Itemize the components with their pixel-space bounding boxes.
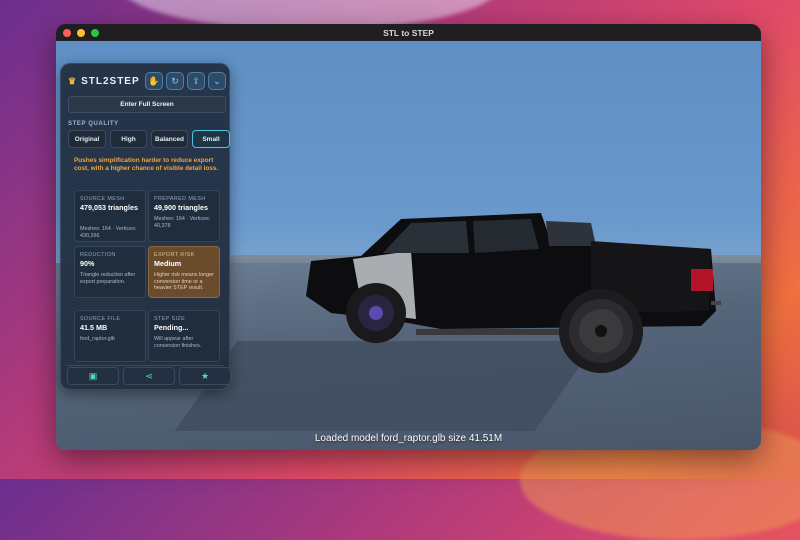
crown-icon: ♛ <box>68 76 78 86</box>
collapse-button[interactable]: ⌄ <box>208 72 226 90</box>
panel-divider <box>67 365 223 366</box>
card-value: 49,900 triangles <box>154 203 208 212</box>
quality-balanced-button[interactable]: Balanced <box>151 130 188 148</box>
panel-actions: ▣ ⋖ ★ <box>67 367 231 385</box>
image-icon: ▣ <box>88 370 98 381</box>
hand-icon: ✋ <box>148 75 160 86</box>
export-icon: ⇪ <box>192 75 200 86</box>
refresh-button[interactable]: ↻ <box>166 72 184 90</box>
card-sub: Meshes: 164 · Vertices: 430,266 <box>80 226 137 239</box>
control-panel: ♛ STL2STEP ✋ ↻ ⇪ ⌄ Enter Full Screen STE… <box>60 63 231 390</box>
refresh-icon: ↻ <box>171 75 179 86</box>
card-sub: Triangle reduction after export preparat… <box>80 272 136 285</box>
card-sub: ford_raptor.glb <box>80 336 115 342</box>
card-label: REDUCTION <box>80 252 116 258</box>
quality-description: Pushes simplification harder to reduce e… <box>74 157 219 172</box>
screenshot-button[interactable]: ▣ <box>67 367 119 385</box>
enter-fullscreen-button[interactable]: Enter Full Screen <box>68 96 226 113</box>
card-label: STEP SIZE <box>154 316 186 322</box>
brand: ♛ STL2STEP <box>68 76 140 87</box>
source-file-card: SOURCE FILE 41.5 MB ford_raptor.glb <box>74 310 146 362</box>
quality-original-button[interactable]: Original <box>68 130 106 148</box>
brand-name: STL2STEP <box>81 76 140 87</box>
card-label: SOURCE FILE <box>80 316 121 322</box>
chevron-down-icon: ⌄ <box>213 75 221 86</box>
card-label: SOURCE MESH <box>80 196 125 202</box>
card-value: Medium <box>154 259 182 268</box>
favorite-button[interactable]: ★ <box>179 367 231 385</box>
quality-small-button[interactable]: Small <box>192 130 230 148</box>
title-bar: STL to STEP <box>56 24 761 41</box>
card-label: PREPARED MESH <box>154 196 206 202</box>
card-sub: Meshes: 164 · Vertices: 40,378 <box>154 216 211 229</box>
card-value: 41.5 MB <box>80 323 108 332</box>
share-button[interactable]: ⋖ <box>123 367 175 385</box>
app-window: STL to STEP Loaded model ford_raptor.glb… <box>56 24 761 450</box>
truck-model[interactable] <box>291 201 721 376</box>
star-icon: ★ <box>200 370 210 381</box>
export-risk-card: EXPORT RISK Medium Higher risk means lon… <box>148 246 220 298</box>
card-value: Pending... <box>154 323 189 332</box>
share-icon: ⋖ <box>145 370 153 381</box>
card-sub: Higher risk means longer conversion time… <box>154 272 214 291</box>
reduction-card: REDUCTION 90% Triangle reduction after e… <box>74 246 146 298</box>
panel-header: ♛ STL2STEP ✋ ↻ ⇪ ⌄ <box>61 68 229 94</box>
card-value: 90% <box>80 259 95 268</box>
step-size-card: STEP SIZE Pending... Will appear after c… <box>148 310 220 362</box>
quality-high-button[interactable]: High <box>110 130 147 148</box>
status-message: Loaded model ford_raptor.glb size 41.51M <box>314 433 503 444</box>
hand-tool-button[interactable]: ✋ <box>145 72 163 90</box>
prepared-mesh-card: PREPARED MESH 49,900 triangles Meshes: 1… <box>148 190 220 242</box>
source-mesh-card: SOURCE MESH 479,053 triangles Meshes: 16… <box>74 190 146 242</box>
card-sub: Will appear after conversion finishes. <box>154 336 202 349</box>
window-title: STL to STEP <box>383 27 434 38</box>
card-value: 479,053 triangles <box>80 203 138 212</box>
step-quality-label: STEP QUALITY <box>68 121 119 127</box>
card-label: EXPORT RISK <box>154 252 195 258</box>
quality-selector: Original High Balanced Small <box>68 130 230 148</box>
export-button[interactable]: ⇪ <box>187 72 205 90</box>
3d-viewport[interactable]: Loaded model ford_raptor.glb size 41.51M… <box>56 41 761 450</box>
